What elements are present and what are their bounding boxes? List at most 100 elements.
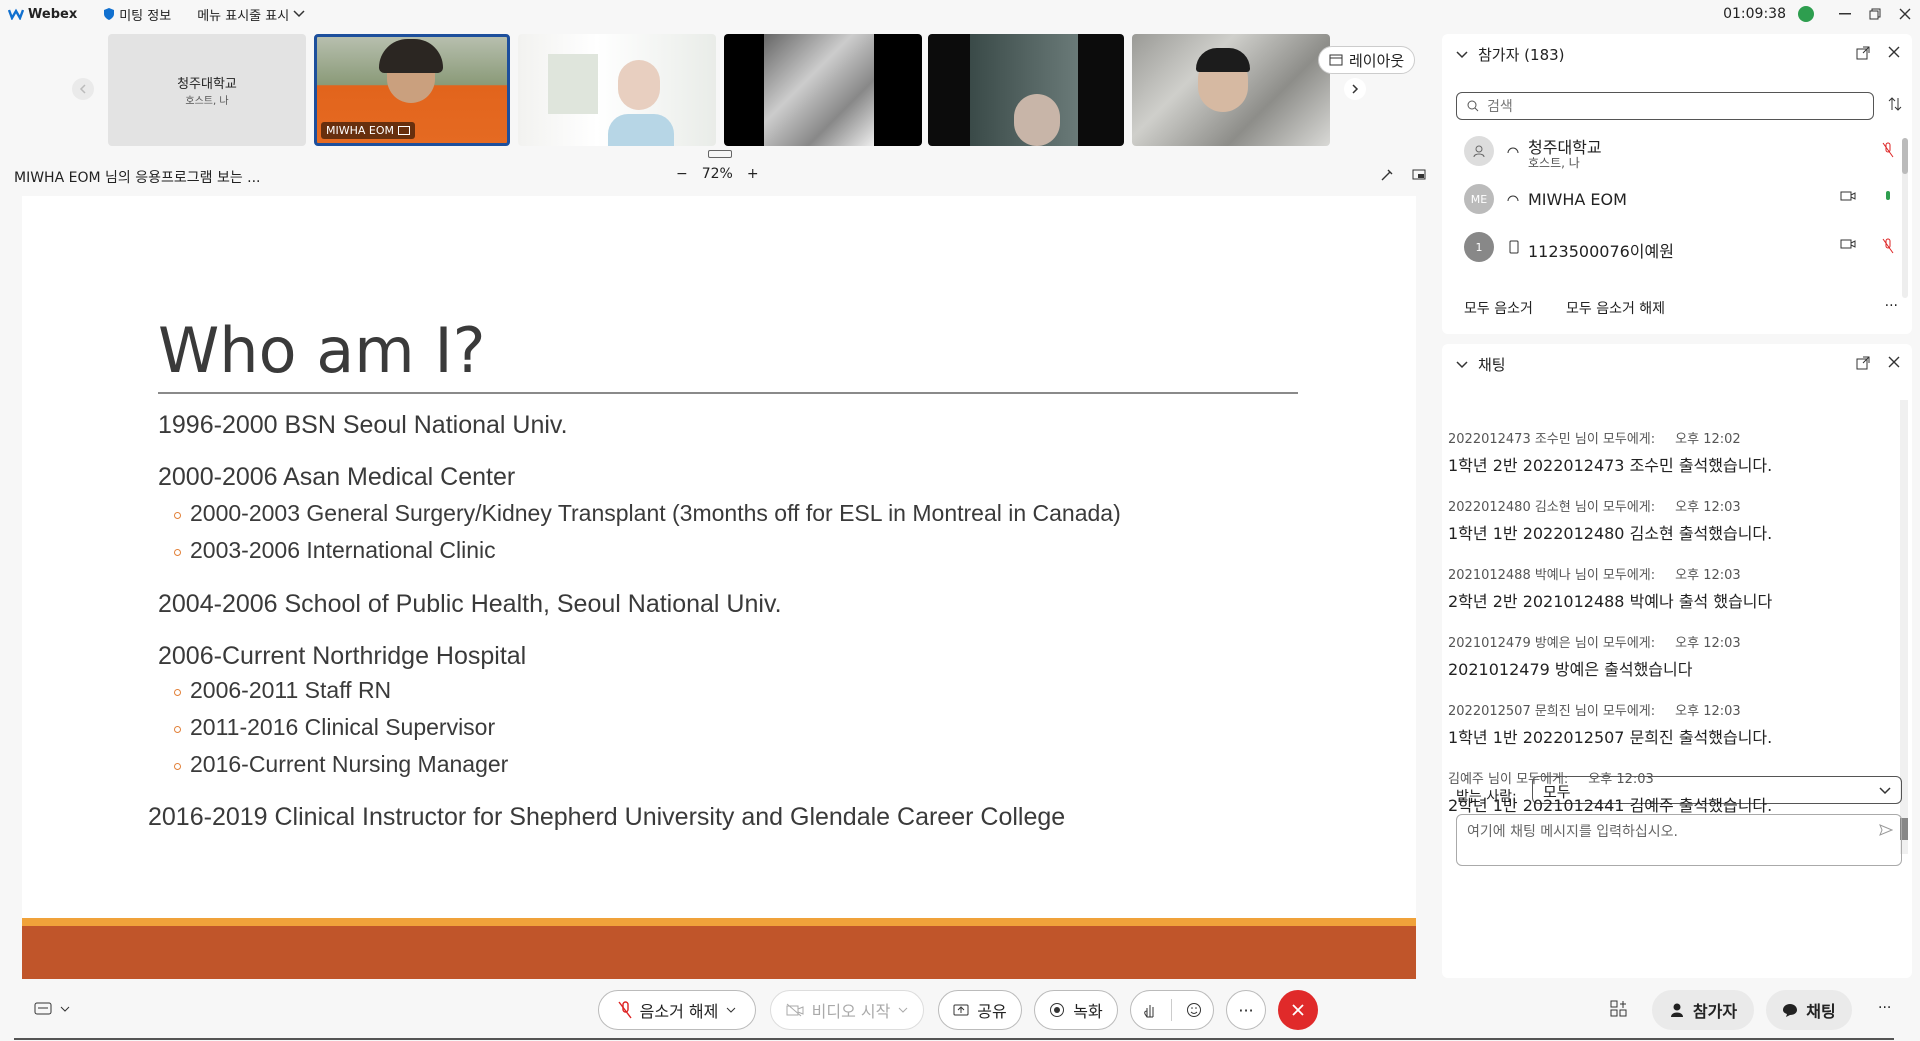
annotate-button[interactable] bbox=[1380, 168, 1394, 182]
participant-search-input[interactable]: 검색 bbox=[1456, 92, 1874, 120]
slide-line: 2004-2006 School of Public Health, Seoul… bbox=[158, 590, 782, 618]
participant-name: 1123500076이예원 bbox=[1528, 242, 1674, 261]
more-options-icon[interactable]: ··· bbox=[1885, 298, 1898, 314]
video-icon[interactable] bbox=[1840, 238, 1856, 250]
thumbnail-participant-3[interactable] bbox=[518, 34, 716, 146]
strip-next-button[interactable] bbox=[1344, 78, 1366, 100]
participants-label: 참가자 bbox=[1692, 1002, 1738, 1021]
zoom-in-button[interactable]: + bbox=[747, 166, 759, 182]
start-video-button[interactable]: 비디오 시작 bbox=[770, 990, 924, 1030]
raise-hand-icon[interactable] bbox=[1143, 1002, 1157, 1018]
share-button[interactable]: 공유 bbox=[938, 990, 1022, 1030]
muted-mic-icon[interactable] bbox=[1882, 142, 1894, 158]
record-button[interactable]: 녹화 bbox=[1034, 990, 1118, 1030]
unmute-all-button[interactable]: 모두 음소거 해제 bbox=[1566, 298, 1665, 318]
slide-subline: 2003-2006 International Clinic bbox=[190, 537, 496, 563]
chevron-down-icon bbox=[1879, 787, 1891, 795]
chat-message-cutoff bbox=[1448, 388, 1888, 398]
chevron-down-icon bbox=[60, 1006, 70, 1012]
video-content bbox=[764, 34, 874, 146]
apps-button[interactable] bbox=[1610, 1000, 1628, 1018]
captions-button[interactable] bbox=[34, 1002, 70, 1016]
chat-text: 2학년 2반 2021012488 박예나 출석 했습니다 bbox=[1448, 592, 1773, 611]
strip-prev-button[interactable] bbox=[72, 78, 94, 100]
menu-toggle-label: 메뉴 표시줄 표시 bbox=[197, 8, 290, 24]
avatar: ME bbox=[1464, 184, 1494, 214]
chat-button[interactable]: 채팅 bbox=[1766, 990, 1852, 1030]
participant-row[interactable]: ME MIWHA EOM bbox=[1456, 178, 1894, 222]
bullet-icon bbox=[174, 689, 181, 696]
start-video-label: 비디오 시작 bbox=[811, 1002, 891, 1021]
chat-meta: 2022012507 문희진 님이 모두에게: 오후 12:03 bbox=[1448, 704, 1741, 719]
participants-header[interactable]: 참가자 (183) bbox=[1456, 44, 1565, 65]
thumbnail-host[interactable]: 청주대학교 호스트, 나 bbox=[108, 34, 306, 146]
close-window-button[interactable] bbox=[1890, 0, 1920, 28]
chat-input-placeholder: 여기에 채팅 메시지를 입력하십시오. bbox=[1467, 824, 1678, 840]
popout-icon[interactable] bbox=[1856, 356, 1870, 370]
restore-button[interactable] bbox=[1860, 0, 1890, 28]
chat-text: 2021012479 방예은 출석했습니다 bbox=[1448, 660, 1693, 679]
avatar: 1 bbox=[1464, 232, 1494, 262]
bullet-icon bbox=[174, 512, 181, 519]
bullet-icon bbox=[174, 549, 181, 556]
person-hair bbox=[379, 39, 443, 73]
menu-toggle-button[interactable]: 메뉴 표시줄 표시 bbox=[197, 5, 305, 24]
layout-button[interactable]: 레이아웃 bbox=[1318, 46, 1416, 74]
sort-icon[interactable] bbox=[1888, 96, 1902, 112]
slide-line: 2006-Current Northridge Hospital bbox=[158, 642, 527, 670]
participants-button[interactable]: 참가자 bbox=[1652, 990, 1754, 1030]
mic-icon[interactable] bbox=[1882, 190, 1894, 206]
search-placeholder: 검색 bbox=[1487, 99, 1513, 115]
leave-meeting-button[interactable] bbox=[1278, 990, 1318, 1030]
slide-subline: 2011-2016 Clinical Supervisor bbox=[190, 714, 496, 740]
strip-resize-handle[interactable] bbox=[708, 150, 732, 158]
title-rule bbox=[158, 392, 1298, 394]
send-icon[interactable] bbox=[1879, 823, 1893, 837]
meeting-info-button[interactable]: 미팅 정보 bbox=[103, 5, 171, 24]
minimize-button[interactable] bbox=[1830, 0, 1860, 28]
close-icon[interactable] bbox=[1888, 356, 1900, 368]
shield-icon bbox=[104, 8, 115, 20]
thumbnail-miwha-eom[interactable]: MIWHA EOM bbox=[314, 34, 510, 146]
chat-label: 채팅 bbox=[1806, 1002, 1836, 1021]
participant-row[interactable]: 1 1123500076이예원 bbox=[1456, 226, 1894, 270]
participants-panel: 참가자 (183) 검색 청주대학교 호스트, 나 ME MIWHA EOM 1… bbox=[1442, 34, 1912, 334]
video-icon[interactable] bbox=[1840, 190, 1856, 202]
record-label: 녹화 bbox=[1073, 1002, 1103, 1021]
muted-mic-icon[interactable] bbox=[1882, 238, 1894, 254]
zoom-level: 72% bbox=[701, 166, 733, 182]
more-options-button[interactable]: ··· bbox=[1226, 990, 1266, 1030]
thumbnail-host-name: 청주대학교 bbox=[177, 77, 237, 92]
mute-all-button[interactable]: 모두 음소거 bbox=[1464, 298, 1533, 318]
more-icon: ··· bbox=[1238, 1000, 1254, 1020]
slide-subline: 2006-2011 Staff RN bbox=[190, 677, 392, 703]
slide-subline: 2016-Current Nursing Manager bbox=[190, 751, 509, 777]
meeting-timer: 01:09:38 bbox=[1723, 6, 1786, 22]
participants-scrollbar[interactable] bbox=[1902, 138, 1908, 298]
close-icon[interactable] bbox=[1888, 46, 1900, 58]
thumbnail-participant-4[interactable] bbox=[724, 34, 922, 146]
app-name: Webex bbox=[28, 6, 78, 22]
chat-meta: 2022012473 조수민 님이 모두에게: 오후 12:02 bbox=[1448, 432, 1741, 447]
chat-meta: 김예주 님이 모두에게: 오후 12:03 bbox=[1448, 772, 1654, 787]
chevron-down-icon bbox=[1456, 50, 1468, 58]
more-options-icon[interactable]: ··· bbox=[1878, 1000, 1891, 1016]
chat-message-input[interactable]: 여기에 채팅 메시지를 입력하십시오. bbox=[1456, 814, 1902, 866]
bullet-icon bbox=[174, 763, 181, 770]
bottom-edge-line bbox=[14, 1038, 1894, 1040]
emoji-icon[interactable] bbox=[1186, 1002, 1202, 1018]
unmute-button[interactable]: 음소거 해제 bbox=[598, 990, 756, 1030]
popout-share-button[interactable] bbox=[1412, 168, 1426, 182]
slide-footer-stripe bbox=[22, 918, 1416, 926]
person-face bbox=[1014, 94, 1060, 146]
thumbnail-participant-5[interactable] bbox=[928, 34, 1124, 146]
thumbnail-participant-6[interactable] bbox=[1132, 34, 1330, 146]
chat-header[interactable]: 채팅 bbox=[1456, 354, 1506, 375]
muted-mic-icon bbox=[618, 1001, 632, 1019]
participant-row[interactable]: 청주대학교 호스트, 나 bbox=[1456, 130, 1894, 174]
popout-icon[interactable] bbox=[1856, 46, 1870, 60]
unmute-label: 음소거 해제 bbox=[639, 1002, 719, 1021]
zoom-out-button[interactable]: − bbox=[676, 166, 688, 182]
chat-meta: 2021012488 박예나 님이 모두에게: 오후 12:03 bbox=[1448, 568, 1741, 583]
chat-meta: 2021012479 방예은 님이 모두에게: 오후 12:03 bbox=[1448, 636, 1741, 651]
